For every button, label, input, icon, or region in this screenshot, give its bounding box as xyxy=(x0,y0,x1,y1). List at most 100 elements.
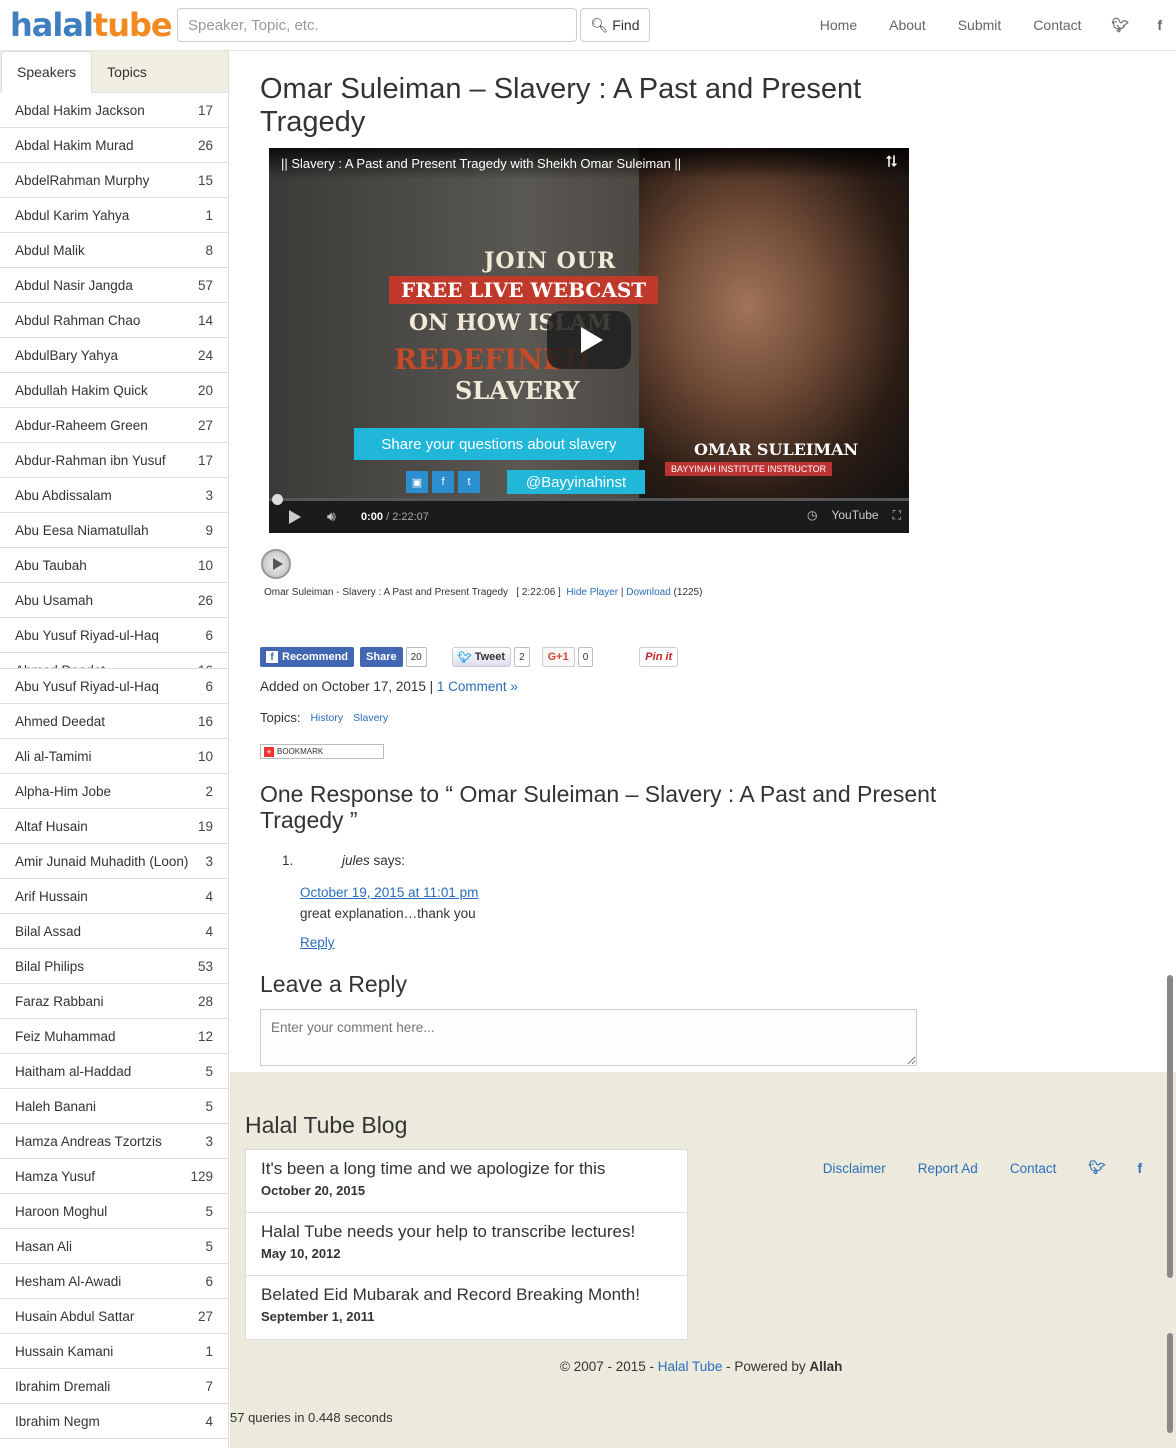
speaker-name[interactable]: Hussain Kamani xyxy=(15,1344,113,1359)
google-plus-button[interactable]: G+1 xyxy=(541,647,575,667)
speaker-item[interactable]: Hasan Ali 5 xyxy=(0,1229,228,1264)
speaker-name[interactable]: Abu Yusuf Riyad-ul-Haq xyxy=(15,679,159,694)
topic-link-history[interactable]: History xyxy=(310,712,343,724)
speaker-item[interactable]: Haroon Moghul 5 xyxy=(0,1194,228,1229)
speaker-name[interactable]: Ali al-Tamimi xyxy=(15,749,92,764)
speaker-item[interactable]: Ibrahim Negm 4 xyxy=(0,1404,228,1439)
comments-link[interactable]: 1 Comment » xyxy=(437,679,518,694)
speaker-name[interactable]: Ahmed Deedat xyxy=(15,714,105,729)
speaker-name[interactable]: Husain Abdul Sattar xyxy=(15,1309,134,1324)
speaker-name[interactable]: Abdur-Rahman ibn Yusuf xyxy=(15,453,166,468)
speaker-item[interactable]: Abu Abdissalam 3 xyxy=(0,478,228,513)
speaker-name[interactable]: Bilal Assad xyxy=(15,924,81,939)
speaker-item[interactable]: Ali al-Tamimi 10 xyxy=(0,739,228,774)
nav-submit[interactable]: Submit xyxy=(942,17,1018,33)
video-title[interactable]: || Slavery : A Past and Present Tragedy … xyxy=(269,148,909,180)
speaker-name[interactable]: Abu Yusuf Riyad-ul-Haq xyxy=(15,628,159,643)
volume-icon[interactable]: 🔊︎ xyxy=(327,508,336,525)
speaker-item[interactable]: Husain Abdul Sattar 27 xyxy=(0,1299,228,1334)
speaker-name[interactable]: Amir Junaid Muhadith (Loon) xyxy=(15,854,188,869)
speaker-name[interactable]: Abdur-Raheem Green xyxy=(15,418,148,433)
speaker-name[interactable]: Abu Eesa Niamatullah xyxy=(15,523,149,538)
speaker-name[interactable]: Abdul Nasir Jangda xyxy=(15,278,133,293)
blog-post-item[interactable]: Belated Eid Mubarak and Record Breaking … xyxy=(246,1276,687,1339)
blog-post-item[interactable]: Halal Tube needs your help to transcribe… xyxy=(246,1213,687,1276)
tab-speakers[interactable]: Speakers xyxy=(1,51,93,93)
twitter-icon[interactable]: 🐦︎ xyxy=(1098,17,1144,34)
speaker-item[interactable]: Arif Hussain 4 xyxy=(0,879,228,914)
hide-player-link[interactable]: Hide Player xyxy=(566,587,618,598)
scrollbar-thumb-secondary[interactable] xyxy=(1167,1333,1173,1433)
speaker-name[interactable]: Abdullah Hakim Quick xyxy=(15,383,148,398)
site-home-link[interactable]: Halal Tube xyxy=(658,1359,723,1374)
speaker-name[interactable]: Ahmed Deedat xyxy=(15,663,105,669)
speaker-item[interactable]: Hamza Yusuf 129 xyxy=(0,1159,228,1194)
speaker-name[interactable]: Ibrahim Negm xyxy=(15,1414,100,1429)
scrollbar-thumb[interactable] xyxy=(1167,975,1173,1278)
facebook-icon[interactable]: f xyxy=(1143,17,1176,33)
find-button[interactable]: 🔍︎ Find xyxy=(580,8,650,42)
comment-date-link[interactable]: October 19, 2015 at 11:01 pm xyxy=(300,885,478,900)
speaker-item[interactable]: Faraz Rabbani 28 xyxy=(0,984,228,1019)
speaker-name[interactable]: Hesham Al-Awadi xyxy=(15,1274,121,1289)
speaker-name[interactable]: Abdal Hakim Murad xyxy=(15,138,134,153)
speaker-name[interactable]: Abdul Karim Yahya xyxy=(15,208,129,223)
blog-post-title[interactable]: Belated Eid Mubarak and Record Breaking … xyxy=(261,1285,672,1305)
speaker-name[interactable]: AbdelRahman Murphy xyxy=(15,173,149,188)
speaker-name[interactable]: Haitham al-Haddad xyxy=(15,1064,131,1079)
footer-report-ad-link[interactable]: Report Ad xyxy=(902,1161,994,1176)
speaker-item[interactable]: Abdal Hakim Jackson 17 xyxy=(0,93,228,128)
footer-contact-link[interactable]: Contact xyxy=(994,1161,1073,1176)
speaker-item[interactable]: Ahmed Deedat 16 xyxy=(0,704,228,739)
speaker-item[interactable]: Abu Yusuf Riyad-ul-Haq 6 xyxy=(0,618,228,653)
speaker-item[interactable]: AbdulBary Yahya 24 xyxy=(0,338,228,373)
speaker-item[interactable]: Ibrahim Dremali 7 xyxy=(0,1369,228,1404)
nav-about[interactable]: About xyxy=(873,17,942,33)
video-progress-bar[interactable] xyxy=(269,494,909,505)
speaker-name[interactable]: Abdul Malik xyxy=(15,243,85,258)
speaker-name[interactable]: Haroon Moghul xyxy=(15,1204,107,1219)
fullscreen-icon[interactable]: ⛶ xyxy=(893,508,901,523)
speaker-name[interactable]: Feiz Muhammad xyxy=(15,1029,116,1044)
speaker-item[interactable]: Amir Junaid Muhadith (Loon) 3 xyxy=(0,844,228,879)
pinterest-button[interactable]: Pin it xyxy=(639,647,679,667)
blog-post-title[interactable]: It's been a long time and we apologize f… xyxy=(261,1159,672,1179)
nav-home[interactable]: Home xyxy=(804,17,873,33)
speaker-name[interactable]: Altaf Husain xyxy=(15,819,88,834)
facebook-share-button[interactable]: Share xyxy=(360,647,403,667)
twitter-icon[interactable]: 🐦︎ xyxy=(1072,1160,1121,1176)
speaker-item[interactable]: Abdur-Raheem Green 27 xyxy=(0,408,228,443)
share-icon[interactable]: ⮁︎ xyxy=(884,154,897,172)
speaker-name[interactable]: Bilal Philips xyxy=(15,959,84,974)
speaker-item[interactable]: Abu Taubah 10 xyxy=(0,548,228,583)
footer-disclaimer-link[interactable]: Disclaimer xyxy=(807,1161,902,1176)
speaker-item[interactable]: Alpha-Him Jobe 2 xyxy=(0,774,228,809)
speaker-item[interactable]: Bilal Philips 53 xyxy=(0,949,228,984)
speaker-item[interactable]: Abdul Rahman Chao 14 xyxy=(0,303,228,338)
speaker-name[interactable]: Hasan Ali xyxy=(15,1239,72,1254)
search-input[interactable] xyxy=(177,8,577,42)
speaker-item[interactable]: Abdul Karim Yahya 1 xyxy=(0,198,228,233)
speaker-name[interactable]: Abdal Hakim Jackson xyxy=(15,103,145,118)
speaker-name[interactable]: Faraz Rabbani xyxy=(15,994,104,1009)
facebook-recommend-button[interactable]: f Recommend xyxy=(260,647,355,667)
speaker-item[interactable]: Abdul Nasir Jangda 57 xyxy=(0,268,228,303)
tab-topics[interactable]: Topics xyxy=(92,51,162,93)
speaker-item[interactable]: Haitham al-Haddad 5 xyxy=(0,1054,228,1089)
speaker-name[interactable]: Abdul Rahman Chao xyxy=(15,313,140,328)
bookmark-button[interactable]: + BOOKMARK xyxy=(260,744,384,759)
blog-post-item[interactable]: It's been a long time and we apologize f… xyxy=(246,1150,687,1213)
youtube-logo[interactable]: YouTube xyxy=(831,508,878,523)
speaker-item[interactable]: Abdur-Rahman ibn Yusuf 17 xyxy=(0,443,228,478)
play-icon[interactable] xyxy=(289,510,301,524)
speaker-item[interactable]: Bilal Assad 4 xyxy=(0,914,228,949)
speaker-item[interactable]: Hesham Al-Awadi 6 xyxy=(0,1264,228,1299)
speaker-item[interactable]: Abdullah Hakim Quick 20 xyxy=(0,373,228,408)
video-player[interactable]: || Slavery : A Past and Present Tragedy … xyxy=(269,148,909,533)
speaker-item[interactable]: Hussain Kamani 1 xyxy=(0,1334,228,1369)
progress-handle[interactable] xyxy=(272,494,283,505)
speaker-name[interactable]: Arif Hussain xyxy=(15,889,88,904)
speaker-name[interactable]: Abu Usamah xyxy=(15,593,93,608)
speaker-item[interactable]: Abdal Hakim Murad 26 xyxy=(0,128,228,163)
download-link[interactable]: Download xyxy=(626,587,670,598)
